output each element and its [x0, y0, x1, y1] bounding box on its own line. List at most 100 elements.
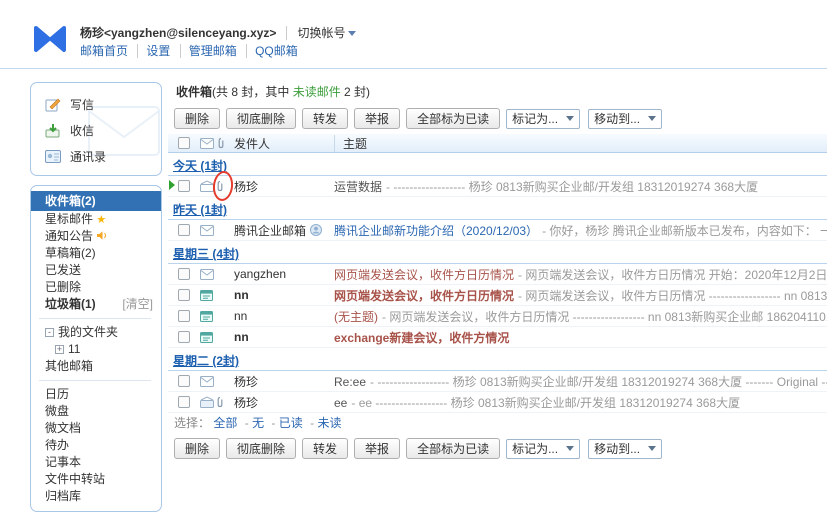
mail-row[interactable]: yangzhen 网页端发送会议，收件方日历情况- 网页端发送会议，收件方日历情… [168, 264, 827, 285]
sidebar-item-starred[interactable]: 星标邮件 [31, 211, 161, 228]
select-label: 选择： [174, 416, 210, 430]
group-header-yesterday: 昨天 (1封) [168, 197, 827, 220]
official-badge-icon [310, 224, 322, 236]
forward-button[interactable]: 转发 [302, 108, 348, 129]
move-to-dropdown[interactable]: 移动到... [588, 109, 662, 129]
group-header-today: 今天 (1封) [168, 153, 827, 176]
nav-mail-home[interactable]: 邮箱首页 [80, 44, 128, 58]
mail-preview: - ------------------ 杨珍 0813新购买企业邮/开发组 1… [386, 180, 758, 194]
nav-settings[interactable]: 设置 [137, 44, 170, 58]
select-bar: 选择： 全部 无 已读 未读 [168, 413, 827, 433]
account-name: 杨珍<yangzhen@silenceyang.xyz> [80, 26, 276, 40]
select-all-link[interactable]: 全部 [213, 416, 237, 430]
mark-as-dropdown[interactable]: 标记为... [506, 439, 580, 459]
mail-subject: exchange新建会议，收件方情况 [334, 331, 509, 345]
forward-button[interactable]: 转发 [302, 438, 348, 459]
mail-sender: 杨珍 [234, 394, 334, 411]
speaker-icon [96, 230, 108, 241]
mail-row[interactable]: nn exchange新建会议，收件方情况 [168, 327, 827, 348]
mark-all-read-button[interactable]: 全部标为已读 [406, 438, 500, 459]
mail-row[interactable]: nn (无主题)- 网页端发送会议，收件方日历情况 --------------… [168, 306, 827, 327]
sidebar-item-my-folders[interactable]: 我的文件夹 [31, 324, 161, 341]
header-nav: 邮箱首页 设置 管理邮箱 QQ邮箱 [80, 42, 356, 60]
mail-open-icon [200, 180, 214, 192]
column-sender[interactable]: 发件人 [234, 135, 334, 152]
sidebar-item-archive[interactable]: 归档库 [31, 488, 161, 505]
expand-icon[interactable] [55, 345, 64, 354]
empty-junk-link[interactable]: [清空] [122, 296, 153, 313]
mail-checkbox[interactable] [178, 331, 190, 343]
sidebar-item-weidrive[interactable]: 微盘 [31, 403, 161, 420]
mail-checkbox[interactable] [178, 268, 190, 280]
delete-button[interactable]: 删除 [174, 438, 220, 459]
contacts-button[interactable]: 通讯录 [45, 143, 161, 169]
mail-checkbox[interactable] [178, 310, 190, 322]
mark-as-dropdown[interactable]: 标记为... [506, 109, 580, 129]
report-button[interactable]: 举报 [354, 108, 400, 129]
receive-button[interactable]: 收信 [45, 117, 161, 143]
contacts-label: 通讯录 [70, 148, 106, 165]
sidebar-item-notes[interactable]: 记事本 [31, 454, 161, 471]
nav-qqmail[interactable]: QQ邮箱 [246, 44, 298, 58]
sidebar-item-weidocs[interactable]: 微文档 [31, 420, 161, 437]
select-all-checkbox[interactable] [178, 137, 190, 149]
mail-checkbox[interactable] [178, 180, 190, 192]
mail-subject[interactable]: 腾讯企业邮新功能介绍（2020/12/03） [334, 224, 538, 238]
mail-preview: - ee ------------------ 杨珍 0813新购买企业邮/开发… [351, 396, 740, 410]
sidebar-item-todo[interactable]: 待办 [31, 437, 161, 454]
mail-checkbox[interactable] [178, 375, 190, 387]
divider [39, 380, 151, 381]
sidebar-item-calendar[interactable]: 日历 [31, 386, 161, 403]
delete-button[interactable]: 删除 [174, 108, 220, 129]
collapse-icon[interactable] [45, 328, 54, 337]
current-mail-arrow-icon [169, 180, 175, 190]
mail-checkbox[interactable] [178, 289, 190, 301]
purge-button[interactable]: 彻底删除 [226, 108, 296, 129]
mail-preview: - 你好，杨珍 腾讯企业邮新版本已发布，内容如下： 一、通用功能 [542, 224, 827, 238]
calendar-invite-icon [200, 289, 213, 301]
mail-preview: - ------------------ 杨珍 0813新购买企业邮/开发组 1… [370, 375, 827, 389]
switch-account-link[interactable]: 切换帐号 [286, 26, 356, 40]
mail-row[interactable]: nn 网页端发送会议，收件方日历情况- 网页端发送会议，收件方日历情况 ----… [168, 285, 827, 306]
sidebar-item-other-mailboxes[interactable]: 其他邮箱 [31, 358, 161, 375]
mail-preview: - 网页端发送会议，收件方日历情况 ------------------ nn … [518, 289, 827, 303]
attachment-icon [216, 396, 224, 409]
mail-row[interactable]: 杨珍 ee- ee ------------------ 杨珍 0813新购买企… [168, 392, 827, 413]
mail-row[interactable]: 杨珍 Re:ee- ------------------ 杨珍 0813新购买企… [168, 371, 827, 392]
mail-sender: 腾讯企业邮箱 [234, 222, 306, 239]
select-none-link[interactable]: 无 [245, 416, 264, 430]
toolbar-top: 删除 彻底删除 转发 举报 全部标为已读 标记为... 移动到... [168, 105, 827, 134]
contacts-card-icon [45, 150, 63, 163]
mail-preview: - 网页端发送会议，收件方日历情况 ------------------ nn … [382, 310, 827, 324]
sidebar-item-folder-11[interactable]: 11 [31, 341, 161, 358]
mail-row[interactable]: 腾讯企业邮箱 腾讯企业邮新功能介绍（2020/12/03） - 你好，杨珍 腾讯企… [168, 220, 827, 241]
sidebar-item-inbox[interactable]: 收件箱(2) [31, 191, 161, 211]
exmail-logo[interactable] [32, 24, 68, 57]
mail-checkbox[interactable] [178, 224, 190, 236]
report-button[interactable]: 举报 [354, 438, 400, 459]
sidebar-item-announcements[interactable]: 通知公告 [31, 228, 161, 245]
mail-open-icon [200, 396, 214, 408]
sidebar-item-drafts[interactable]: 草稿箱(2) [31, 245, 161, 262]
nav-manage-mail[interactable]: 管理邮箱 [180, 44, 237, 58]
select-read-link[interactable]: 已读 [271, 416, 302, 430]
mark-all-read-button[interactable]: 全部标为已读 [406, 108, 500, 129]
compose-button[interactable]: 写信 [45, 91, 161, 117]
purge-button[interactable]: 彻底删除 [226, 438, 296, 459]
column-subject[interactable]: 主题 [334, 135, 827, 152]
calendar-invite-icon [200, 310, 213, 322]
move-to-dropdown[interactable]: 移动到... [588, 439, 662, 459]
select-unread-link[interactable]: 未读 [310, 416, 341, 430]
sidebar-item-junk[interactable]: 垃圾箱(1) [清空] [31, 296, 161, 313]
mail-closed-icon [200, 269, 214, 280]
mail-row[interactable]: 杨珍 运营数据- ------------------ 杨珍 0813新购买企业… [168, 176, 827, 197]
mail-subject: (无主题) [334, 310, 378, 324]
sidebar: 写信 收信 通讯录 收件箱(2) 星标邮件 通知 [30, 82, 162, 512]
sidebar-item-deleted[interactable]: 已删除 [31, 279, 161, 296]
sidebar-item-file-transfer[interactable]: 文件中转站 [31, 471, 161, 488]
compose-label: 写信 [70, 96, 94, 113]
mail-checkbox[interactable] [178, 396, 190, 408]
attachment-icon [217, 137, 225, 150]
sidebar-item-sent[interactable]: 已发送 [31, 262, 161, 279]
chevron-down-icon [648, 446, 656, 451]
